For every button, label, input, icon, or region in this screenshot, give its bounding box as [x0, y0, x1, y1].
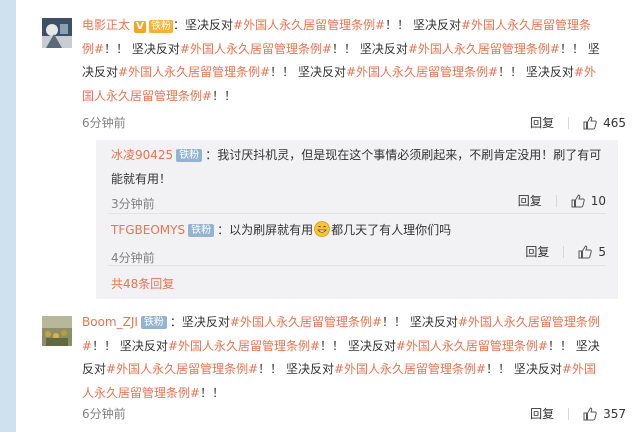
- divider: [563, 245, 565, 258]
- thumbs-up-icon[interactable]: [578, 244, 593, 259]
- divider: [555, 194, 557, 207]
- hashtag-link[interactable]: #外国人永久居留管理条例#: [230, 315, 382, 329]
- vip-icon: V: [134, 21, 147, 33]
- hashtag-link[interactable]: #外国人永久居留管理条例#: [334, 362, 486, 376]
- reply-actions: 回复 5: [525, 243, 606, 260]
- hashtag-link[interactable]: #外国人永久居留管理条例#: [180, 42, 332, 56]
- username-link[interactable]: TFGBEOMYS: [111, 223, 185, 237]
- comment-text-segment: ！！ 坚决反对: [320, 338, 396, 353]
- comment-actions: 回复 357: [530, 405, 626, 422]
- username-link[interactable]: Boom_ZJI: [82, 315, 138, 329]
- comment-text-segment: ！！ 坚决反对: [270, 65, 346, 79]
- divider: [108, 213, 606, 214]
- comment-text-segment: ：坚决反对: [173, 18, 234, 32]
- iron-fan-badge: 铁粉: [140, 316, 167, 329]
- like-count: 10: [590, 193, 606, 208]
- hashtag-link[interactable]: #外国人永久居留管理条例#: [106, 362, 258, 376]
- comment-text: 电影正太 V 铁粉 ：坚决反对#外国人永久居留管理条例#！！ 坚决反对#外国人永久居留…: [82, 14, 602, 108]
- comment-text-segment: ！！: [200, 385, 225, 400]
- avatar[interactable]: [42, 18, 72, 48]
- comment-body: Boom_ZJI 铁粉 ：坚决反对#外国人永久居留管理条例#！！ 坚决反对#外国人永…: [82, 311, 602, 405]
- comment-text: Boom_ZJI 铁粉 ：坚决反对#外国人永久居留管理条例#！！ 坚决反对#外国人永…: [82, 311, 602, 405]
- comment-text-segment: ：坚决反对: [169, 315, 230, 329]
- comment-text-segment: ！！ 坚决反对: [92, 338, 168, 353]
- comment-text-segment: ！！ 坚决反对: [332, 41, 408, 56]
- hashtag-link[interactable]: #外国人永久居留管理条例#: [118, 65, 270, 79]
- hashtag-link[interactable]: #外国人永久居留管理条例#: [168, 339, 320, 353]
- username-link[interactable]: 电影正太: [82, 18, 130, 32]
- reply-text: TFGBEOMYS 铁粉 ：以为刷屏就有用 都几天了有人理你们吗: [111, 219, 605, 246]
- hashtag-link[interactable]: #外国人永久居留管理条例#: [346, 65, 498, 79]
- username-link[interactable]: 冰凌90425: [111, 148, 173, 162]
- comment-panel: 电影正太 V 铁粉 ：坚决反对#外国人永久居留管理条例#！！ 坚决反对#外国人永久居留…: [16, 0, 638, 432]
- sub-replies: 冰凌90425 铁粉 ：我讨厌抖机灵，但是现在这个事情必须刷起来，不刷肯定没用！刷了…: [96, 140, 618, 299]
- hashtag-link[interactable]: #外国人永久居留管理条例#: [233, 18, 385, 32]
- grin-emoji-icon: [314, 221, 331, 246]
- divider: [568, 116, 570, 129]
- reply-button[interactable]: 回复: [530, 405, 554, 422]
- hashtag-link[interactable]: #外国人永久居留管理条例#: [408, 42, 560, 56]
- reply-button[interactable]: 回复: [518, 192, 542, 209]
- hashtag-link[interactable]: #外国人永久居留管理条例#: [396, 339, 548, 353]
- divider: [108, 265, 606, 266]
- comment-text-segment: ！！ 坚决反对: [498, 65, 574, 79]
- comment-actions: 回复 465: [530, 114, 626, 131]
- iron-fan-badge: 铁粉: [188, 224, 215, 237]
- iron-fan-badge: 铁粉: [176, 149, 203, 162]
- reply-actions: 回复 10: [518, 192, 606, 209]
- comment-text-segment: ！！ 坚决反对: [258, 362, 334, 376]
- thumbs-up-icon[interactable]: [583, 406, 597, 421]
- like-count: 465: [603, 115, 626, 130]
- avatar[interactable]: [42, 316, 72, 346]
- reply-text: 冰凌90425 铁粉 ：我讨厌抖机灵，但是现在这个事情必须刷起来，不刷肯定没用！刷了…: [111, 148, 602, 186]
- comment-time: 6分钟前: [82, 407, 126, 421]
- like-count: 5: [598, 244, 606, 259]
- thumbs-up-icon[interactable]: [583, 115, 597, 130]
- comment-text-segment: ！！ 坚决反对: [385, 18, 461, 32]
- reply-button[interactable]: 回复: [530, 114, 554, 131]
- like-count: 357: [603, 406, 626, 421]
- comment-text-segment: ！！ 坚决反对: [104, 41, 180, 56]
- more-replies-link[interactable]: 共48条回复: [111, 275, 174, 292]
- comment-text-segment: ！！ 坚决反对: [382, 315, 458, 329]
- divider: [568, 407, 570, 420]
- comment-body: 电影正太 V 铁粉 ：坚决反对#外国人永久居留管理条例#！！ 坚决反对#外国人永久居留…: [82, 14, 602, 108]
- thumbs-up-icon[interactable]: [571, 193, 585, 208]
- comment-time: 6分钟前: [82, 116, 126, 130]
- comment-text-segment: ！！ 坚决反对: [486, 362, 562, 376]
- reply-button[interactable]: 回复: [525, 243, 549, 260]
- comment-text-segment: ！！: [212, 88, 237, 103]
- iron-fan-badge: 铁粉: [149, 20, 174, 33]
